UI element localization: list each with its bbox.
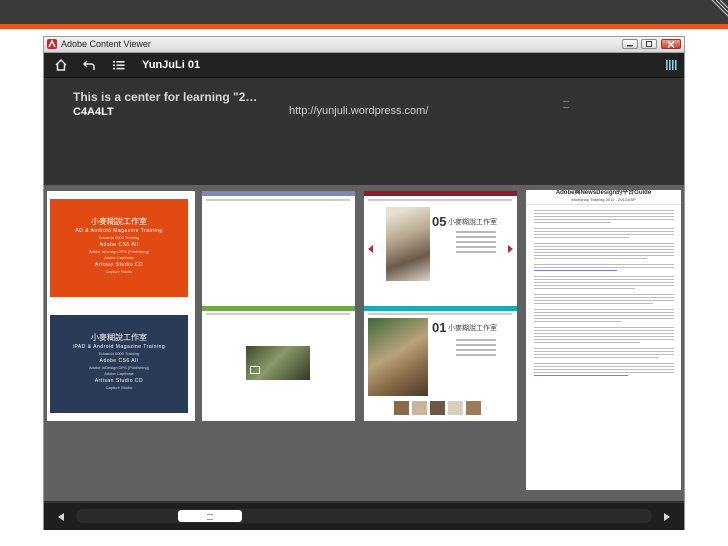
text-article-page[interactable]: Adobe與NewsDesign的平台Guide Workshop Traini… — [526, 190, 681, 490]
maximize-button[interactable] — [641, 39, 657, 49]
folio-description: This is a center for learning "2… — [73, 90, 258, 104]
paragraph — [534, 243, 674, 259]
paragraph — [534, 363, 674, 376]
home-icon[interactable] — [54, 58, 68, 72]
next-arrow-icon[interactable] — [508, 245, 513, 253]
viewer-toolbar: YunJuLi 01 — [44, 53, 684, 78]
play-icon — [250, 366, 260, 374]
scroll-thumb[interactable] — [178, 510, 242, 522]
paragraph — [534, 228, 674, 238]
page-header-strip — [364, 191, 517, 196]
cover-page[interactable]: 小麥糊說工作室 AD & Android Magazine Training E… — [47, 191, 195, 421]
dog-photo — [368, 318, 428, 396]
window-title: Adobe Content Viewer — [61, 39, 151, 49]
article-page-blank[interactable] — [202, 191, 355, 421]
paragraph — [534, 327, 674, 343]
prev-arrow-icon[interactable] — [368, 245, 373, 253]
folio-info-panel: This is a center for learning "2… C4A4LT… — [44, 78, 684, 185]
paragraph — [534, 210, 674, 223]
page-header-strip — [202, 191, 355, 196]
browse-mode-icon[interactable] — [664, 58, 678, 72]
panel-pointer — [358, 177, 370, 184]
paragraph — [534, 309, 674, 322]
app-window: Adobe Content Viewer YunJuLi 01 This is … — [43, 36, 685, 530]
slide-top-bar — [0, 0, 728, 24]
horizontal-scrollbar[interactable] — [44, 502, 684, 530]
page-browser: 小麥糊說工作室 AD & Android Magazine Training E… — [44, 185, 684, 501]
back-arrow-icon[interactable] — [82, 58, 96, 72]
paragraph — [534, 276, 674, 289]
adobe-app-icon — [47, 39, 57, 49]
grip-icon — [207, 514, 213, 520]
paragraph — [534, 264, 674, 271]
page-header-strip — [202, 306, 355, 311]
paragraph — [534, 348, 674, 358]
video-thumbnail[interactable] — [246, 346, 310, 380]
scroll-left-arrow-icon[interactable] — [58, 513, 64, 521]
paragraph — [534, 294, 674, 304]
article-header: Adobe與NewsDesign的平台Guide Workshop Traini… — [526, 190, 681, 205]
close-button[interactable] — [661, 39, 681, 49]
cover-navy: 小麥糊說工作室 iPAD & Android Magazine Training… — [50, 315, 188, 413]
list-icon[interactable] — [112, 58, 126, 72]
article-body — [534, 210, 674, 381]
cover-orange: 小麥糊說工作室 AD & Android Magazine Training E… — [50, 199, 188, 297]
publication-title: YunJuLi 01 — [142, 59, 201, 71]
title-bar: Adobe Content Viewer — [44, 37, 684, 53]
page-header-strip — [364, 306, 517, 311]
scroll-right-arrow-icon[interactable] — [664, 513, 670, 521]
scroll-track[interactable] — [76, 509, 652, 523]
slide-corner-decoration — [711, 0, 728, 17]
folio-code: C4A4LT — [73, 106, 114, 118]
minimize-button[interactable] — [622, 39, 638, 49]
folio-url[interactable]: http://yunjuli.wordpress.com/ — [289, 104, 428, 118]
handle-icon[interactable] — [563, 101, 569, 108]
feature-page[interactable]: 05 小麥糊說工作室 01 小麥糊說工作室 — [364, 191, 517, 421]
slide-accent-line — [0, 24, 728, 29]
dog-photo — [386, 207, 430, 281]
